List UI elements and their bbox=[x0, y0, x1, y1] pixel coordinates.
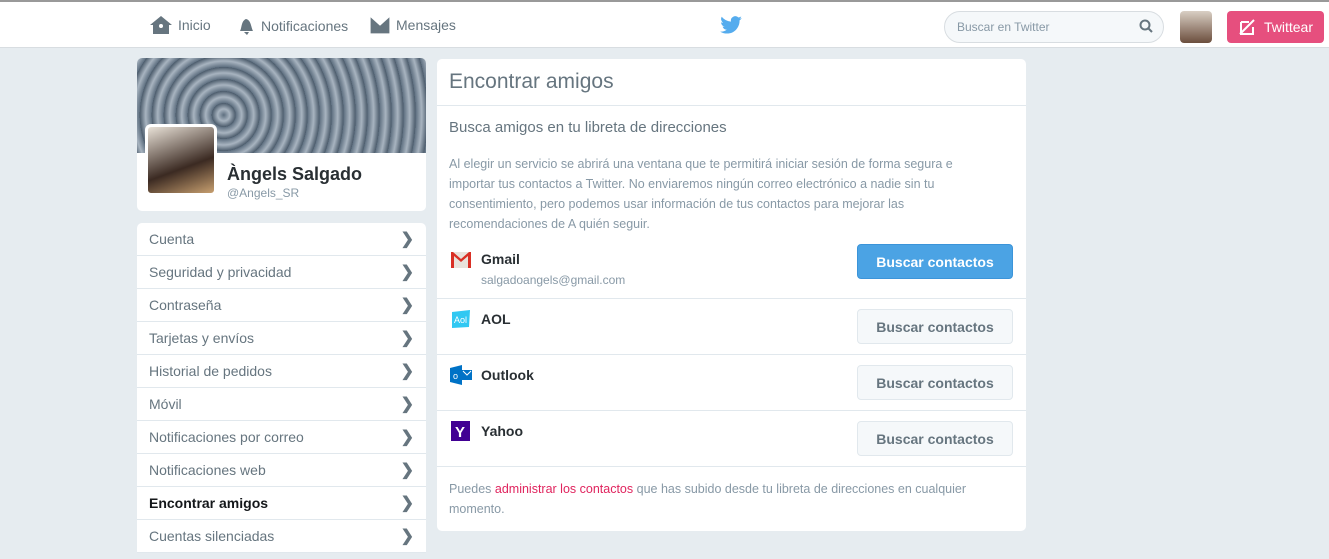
manage-contacts-link[interactable]: administrar los contactos bbox=[495, 482, 633, 496]
user-avatar[interactable] bbox=[1180, 11, 1212, 43]
chevron-right-icon: ❯ bbox=[400, 297, 414, 314]
service-name: Yahoo bbox=[481, 423, 524, 439]
find-contacts-outlook-button[interactable]: Buscar contactos bbox=[857, 365, 1013, 400]
twitter-bird-icon[interactable] bbox=[720, 16, 742, 34]
chevron-right-icon: ❯ bbox=[400, 528, 414, 545]
menu-item[interactable]: Notificaciones por correo ❯ bbox=[137, 421, 426, 454]
page-title: Encontrar amigos bbox=[437, 59, 1026, 106]
nav-notifications[interactable]: Notificaciones bbox=[237, 16, 348, 36]
menu-item[interactable]: Seguridad y privacidad ❯ bbox=[137, 256, 426, 289]
nav-messages-label: Mensajes bbox=[396, 17, 456, 33]
top-bar: Inicio Notificaciones Mensajes Buscar en… bbox=[0, 0, 1329, 48]
menu-item[interactable]: Cuentas silenciadas ❯ bbox=[137, 520, 426, 553]
service-name: Gmail bbox=[481, 251, 520, 267]
service-name: AOL bbox=[481, 311, 511, 327]
section-subtitle: Busca amigos en tu libreta de direccione… bbox=[449, 119, 727, 136]
compose-icon bbox=[1239, 19, 1255, 35]
service-yahoo: Y Yahoo Buscar contactos bbox=[437, 411, 1026, 467]
yahoo-icon: Y bbox=[451, 421, 470, 441]
menu-item[interactable]: Cuenta ❯ bbox=[137, 223, 426, 256]
menu-item-label: Seguridad y privacidad bbox=[149, 264, 292, 280]
envelope-icon bbox=[370, 16, 390, 34]
menu-item-label: Tarjetas y envíos bbox=[149, 330, 255, 346]
tweet-button-label: Twittear bbox=[1263, 19, 1313, 35]
menu-item-label: Móvil bbox=[149, 396, 182, 412]
menu-item-label: Cuenta bbox=[149, 231, 195, 247]
service-email: salgadoangels@gmail.com bbox=[481, 273, 626, 287]
tweet-button[interactable]: Twittear bbox=[1227, 11, 1324, 43]
menu-item-label: Contraseña bbox=[149, 297, 222, 313]
nav-notifications-label: Notificaciones bbox=[261, 18, 349, 34]
svg-text:o: o bbox=[453, 371, 458, 381]
search-placeholder: Buscar en Twitter bbox=[957, 20, 1050, 34]
menu-item-label: Encontrar amigos bbox=[149, 495, 269, 511]
svg-text:Aol: Aol bbox=[454, 315, 467, 325]
section-description: Al elegir un servicio se abrirá una vent… bbox=[449, 157, 953, 231]
chevron-right-icon: ❯ bbox=[400, 429, 414, 446]
menu-item[interactable]: Historial de pedidos ❯ bbox=[137, 355, 426, 388]
profile-card: Àngels Salgado @Angels_SR bbox=[137, 58, 426, 211]
menu-item-label: Historial de pedidos bbox=[149, 363, 272, 379]
chevron-right-icon: ❯ bbox=[400, 495, 414, 512]
nav-home-label: Inicio bbox=[178, 17, 211, 33]
chevron-right-icon: ❯ bbox=[400, 396, 414, 413]
service-aol: Aol AOL Buscar contactos bbox=[437, 299, 1026, 355]
footer-pre: Puedes bbox=[449, 482, 495, 496]
menu-item[interactable]: Móvil ❯ bbox=[137, 388, 426, 421]
gmail-icon bbox=[451, 252, 471, 268]
menu-item[interactable]: Tarjetas y envíos ❯ bbox=[137, 322, 426, 355]
profile-handle[interactable]: @Angels_SR bbox=[227, 186, 299, 200]
chevron-right-icon: ❯ bbox=[400, 231, 414, 248]
chevron-right-icon: ❯ bbox=[400, 363, 414, 380]
outlook-icon: o bbox=[450, 365, 472, 385]
menu-item-label: Notificaciones web bbox=[149, 462, 266, 478]
chevron-right-icon: ❯ bbox=[400, 462, 414, 479]
menu-item[interactable]: Encontrar amigos ❯ bbox=[137, 487, 426, 520]
search-input[interactable]: Buscar en Twitter bbox=[944, 11, 1164, 43]
find-friends-panel: Encontrar amigos Busca amigos en tu libr… bbox=[437, 59, 1026, 531]
chevron-right-icon: ❯ bbox=[400, 330, 414, 347]
find-contacts-yahoo-button[interactable]: Buscar contactos bbox=[857, 421, 1013, 456]
profile-name[interactable]: Àngels Salgado bbox=[227, 164, 362, 185]
nav-messages[interactable]: Mensajes bbox=[370, 16, 456, 34]
menu-item[interactable]: Contraseña ❯ bbox=[137, 289, 426, 322]
bell-icon bbox=[240, 19, 253, 35]
search-icon[interactable] bbox=[1139, 19, 1153, 33]
chevron-right-icon: ❯ bbox=[400, 264, 414, 281]
settings-menu: Cuenta ❯ Seguridad y privacidad ❯ Contraseña… bbox=[137, 223, 426, 553]
footer-note: Puedes administrar los contactos que has… bbox=[449, 479, 1009, 519]
service-gmail: Gmail salgadoangels@gmail.com Buscar con… bbox=[437, 239, 1026, 299]
service-name: Outlook bbox=[481, 367, 534, 383]
menu-item-label: Notificaciones por correo bbox=[149, 429, 304, 445]
profile-avatar[interactable] bbox=[145, 124, 217, 196]
home-icon bbox=[150, 16, 172, 34]
find-contacts-aol-button[interactable]: Buscar contactos bbox=[857, 309, 1013, 344]
service-outlook: o Outlook Buscar contactos bbox=[437, 355, 1026, 411]
svg-text:Y: Y bbox=[455, 424, 465, 441]
nav-home[interactable]: Inicio bbox=[150, 16, 211, 34]
aol-icon: Aol bbox=[452, 310, 470, 328]
menu-item-label: Cuentas silenciadas bbox=[149, 528, 275, 544]
find-contacts-gmail-button[interactable]: Buscar contactos bbox=[857, 244, 1013, 279]
menu-item[interactable]: Notificaciones web ❯ bbox=[137, 454, 426, 487]
